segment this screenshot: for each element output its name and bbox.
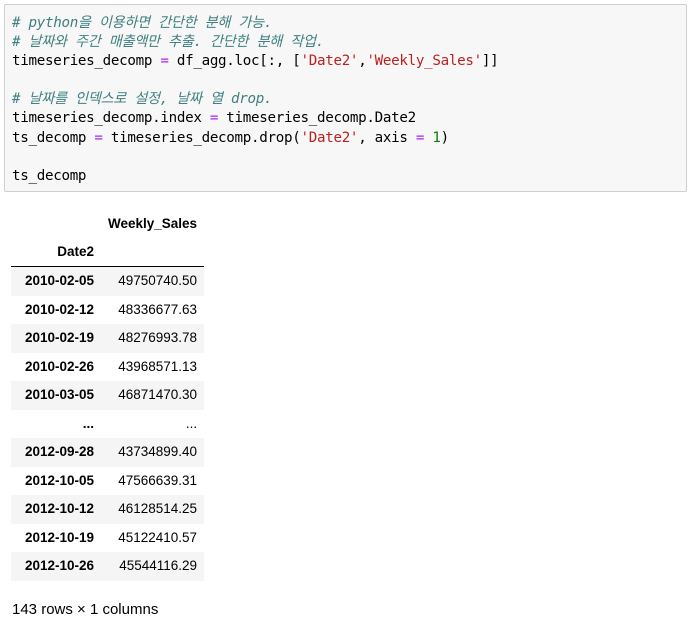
table-row: 2010-02-05 49750740.50	[11, 266, 205, 296]
code-cell[interactable]: # python을 이용하면 간단한 분해 가능. # 날짜와 주간 매출액만 추…	[4, 4, 687, 192]
row-value: 46871470.30	[118, 387, 198, 402]
code-line-3: timeseries_decomp = df_agg.loc[:, ['Date…	[12, 52, 682, 71]
row-index: 2010-02-19	[24, 330, 94, 345]
code-line-6: timeseries_decomp.index = timeseries_dec…	[12, 109, 682, 128]
column-header-row: Weekly_Sales	[11, 210, 204, 238]
index-name-blank	[101, 238, 204, 267]
code-line-1: # python을 이용하면 간단한 분해 가능.	[12, 14, 682, 33]
row-value: 48276993.78	[118, 330, 198, 345]
code-string: 'Date2'	[300, 129, 359, 146]
row-value: 45122410.57	[118, 529, 198, 545]
index-header-blank	[11, 210, 101, 238]
table-row: 2012-09-28 43734899.40	[11, 438, 205, 467]
code-operator: =	[415, 129, 425, 146]
dataframe-table: Weekly_Sales Date2 2010-02-05 49750740.5…	[11, 210, 205, 581]
code-token: timeseries_decomp.index	[12, 110, 210, 127]
code-token: timeseries_decomp.drop(	[102, 129, 301, 146]
row-value: ...	[185, 415, 198, 431]
code-operator: =	[209, 110, 219, 127]
row-index: 2012-10-26	[24, 558, 94, 573]
row-index: 2010-02-12	[24, 301, 94, 317]
table-row-ellipsis: ... ...	[11, 409, 205, 438]
code-token: timeseries_decomp	[12, 53, 161, 70]
cell-output: Weekly_Sales Date2 2010-02-05 49750740.5…	[11, 210, 205, 581]
row-value: 43968571.13	[118, 358, 198, 374]
code-token: ]]	[481, 53, 499, 70]
code-line-9: ts_decomp	[12, 167, 682, 186]
code-number: 1	[432, 129, 441, 146]
row-index: 2010-03-05	[24, 387, 94, 402]
table-row: 2010-02-12 48336677.63	[11, 295, 205, 324]
row-index: 2010-02-26	[24, 358, 94, 374]
code-line-2: # 날짜와 주간 매출액만 추출. 간단한 분해 작업.	[12, 33, 682, 52]
table-row: 2012-10-26 45544116.29	[11, 552, 205, 581]
row-value: 47566639.31	[118, 472, 198, 488]
code-token: ts_decomp	[12, 167, 87, 184]
table-row: 2012-10-05 47566639.31	[11, 466, 205, 495]
code-comment: # python을 이용하면 간단한 분해 가능.	[12, 15, 273, 31]
row-index: ...	[82, 415, 94, 431]
code-line-7: ts_decomp = timeseries_decomp.drop('Date…	[12, 129, 682, 148]
row-index: 2012-10-12	[24, 501, 94, 516]
code-line-5: # 날짜를 인덱스로 설정, 날짜 열 drop.	[12, 90, 682, 109]
table-row: 2012-10-12 46128514.25	[11, 495, 205, 524]
index-name-row: Date2	[11, 238, 205, 267]
row-value: 48336677.63	[118, 301, 198, 317]
code-token: timeseries_decomp.Date2	[218, 110, 416, 127]
row-index: 2012-10-19	[24, 529, 94, 545]
code-token: , axis	[358, 129, 416, 146]
code-operator: =	[160, 53, 169, 70]
table-row: 2010-02-19 48276993.78	[11, 324, 205, 353]
code-comment: # 날짜를 인덱스로 설정, 날짜 열 drop.	[12, 91, 273, 108]
code-editor[interactable]: # python을 이용하면 간단한 분해 가능. # 날짜와 주간 매출액만 추…	[12, 14, 682, 186]
column-header: Weekly_Sales	[108, 216, 198, 231]
row-value: 45544116.29	[119, 558, 198, 573]
code-token: ts_decomp	[12, 129, 95, 146]
index-name-header: Date2	[57, 244, 94, 259]
code-token: df_agg.loc[:, [	[168, 53, 301, 70]
table-row: 2012-10-19 45122410.57	[11, 523, 205, 552]
row-index: 2012-09-28	[24, 444, 94, 459]
row-value: 46128514.25	[118, 501, 198, 516]
row-index: 2012-10-05	[24, 472, 94, 488]
code-string: 'Weekly_Sales'	[366, 53, 482, 70]
code-string: 'Date2'	[300, 53, 359, 70]
code-operator: =	[94, 129, 103, 146]
row-index: 2010-02-05	[24, 273, 94, 288]
row-value: 43734899.40	[118, 444, 198, 459]
table-row: 2010-03-05 46871470.30	[11, 381, 205, 410]
dataframe-shape-note: 143 rows × 1 columns	[12, 601, 159, 618]
code-comment: # 날짜와 주간 매출액만 추출. 간단한 분해 작업.	[12, 34, 324, 51]
code-token: )	[440, 129, 450, 146]
table-row: 2010-02-26 43968571.13	[11, 352, 205, 381]
row-value: 49750740.50	[118, 273, 198, 288]
